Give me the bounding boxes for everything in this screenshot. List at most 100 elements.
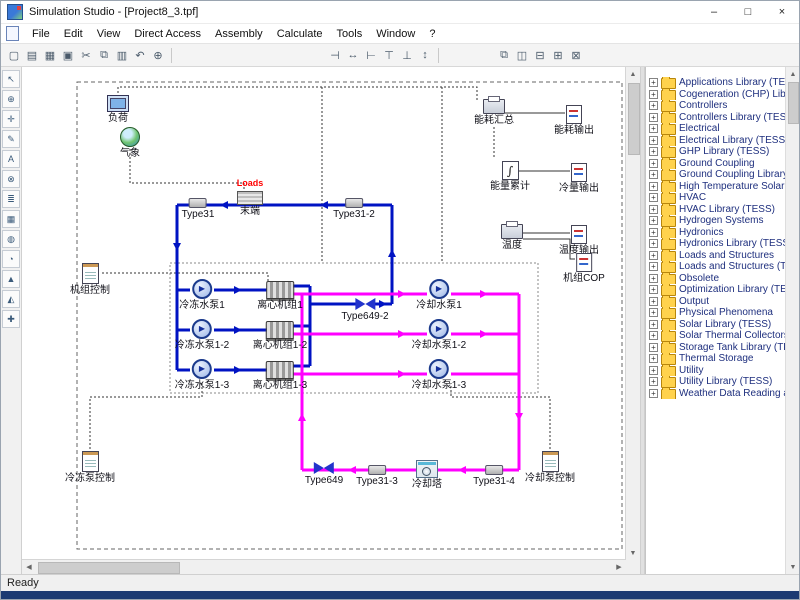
component-type31-3[interactable]: Type31-3: [356, 465, 398, 487]
pan-tool-icon[interactable]: ✛: [2, 110, 20, 128]
component-cw-pump-3[interactable]: 冷却水泵1-3: [412, 359, 466, 391]
library-tree-item[interactable]: HVAC Library (TESS): [649, 204, 785, 216]
expand-icon[interactable]: [649, 124, 658, 133]
library-tree-item[interactable]: Ground Coupling: [649, 158, 785, 170]
menu-item[interactable]: Assembly: [208, 26, 270, 42]
library-tree-item[interactable]: Utility: [649, 365, 785, 377]
expand-icon[interactable]: [649, 274, 658, 283]
expand-icon[interactable]: [649, 228, 658, 237]
expand-icon[interactable]: [649, 285, 658, 294]
expand-icon[interactable]: [649, 136, 658, 145]
scrollbar-thumb[interactable]: [788, 82, 799, 124]
library-tree-item[interactable]: GHP Library (TESS): [649, 146, 785, 158]
expand-icon[interactable]: [649, 377, 658, 386]
add-tool-icon[interactable]: ✚: [2, 310, 20, 328]
run-tool-icon[interactable]: ▲: [2, 270, 20, 288]
zoom-icon[interactable]: ⊕: [149, 46, 167, 64]
scroll-down-icon[interactable]: ▼: [626, 546, 640, 560]
menu-item[interactable]: File: [25, 26, 57, 42]
new-window-icon[interactable]: ⧉: [495, 46, 513, 64]
library-tree-item[interactable]: Controllers: [649, 100, 785, 112]
menu-item[interactable]: ?: [422, 26, 442, 42]
component-type649-2[interactable]: Type649-2: [341, 298, 388, 322]
component-cooling-tower[interactable]: 冷却塔: [412, 460, 442, 490]
component-energy-summary[interactable]: 能耗汇总: [474, 99, 514, 126]
library-tree-item[interactable]: Electrical Library (TESS): [649, 135, 785, 147]
component-chw-pump-control[interactable]: 冷冻泵控制: [65, 451, 115, 484]
library-tree-item[interactable]: Obsolete: [649, 273, 785, 285]
expand-icon[interactable]: [649, 170, 658, 179]
menu-item[interactable]: View: [90, 26, 128, 42]
expand-icon[interactable]: [649, 193, 658, 202]
library-tree-item[interactable]: Hydronics: [649, 227, 785, 239]
expand-icon[interactable]: [649, 159, 658, 168]
align-center-icon[interactable]: ↔: [344, 46, 362, 64]
library-tree-item[interactable]: Ground Coupling Library (TESS): [649, 169, 785, 181]
select-tool-icon[interactable]: ↖: [2, 70, 20, 88]
menu-item[interactable]: Edit: [57, 26, 90, 42]
expand-icon[interactable]: [649, 389, 658, 398]
library-tree-item[interactable]: Electrical: [649, 123, 785, 135]
scrollbar-thumb[interactable]: [38, 562, 180, 574]
minimize-button[interactable]: –: [697, 1, 731, 23]
canvas-horizontal-scrollbar[interactable]: ◀ ▶: [22, 559, 626, 574]
expand-icon[interactable]: [649, 308, 658, 317]
library-tree-item[interactable]: Physical Phenomena: [649, 307, 785, 319]
library-tree-item[interactable]: Solar Thermal Collectors: [649, 330, 785, 342]
align-left-icon[interactable]: ⊣: [326, 46, 344, 64]
grid-tool-icon[interactable]: ▦: [2, 210, 20, 228]
menu-item[interactable]: Calculate: [270, 26, 330, 42]
library-tree-item[interactable]: Optimization Library (TESS): [649, 284, 785, 296]
component-chw-pump-2[interactable]: 冷冻水泵1-2: [175, 319, 229, 351]
zoom-tool-icon[interactable]: ⊕: [2, 90, 20, 108]
library-tree-item[interactable]: Applications Library (TESS): [649, 77, 785, 89]
component-temperature-output[interactable]: 温度输出: [559, 225, 599, 256]
scroll-down-icon[interactable]: ▼: [786, 560, 799, 574]
component-cw-pump-2[interactable]: 冷却水泵1-2: [412, 319, 466, 351]
component-type31-4[interactable]: Type31-4: [473, 465, 515, 487]
library-tree-item[interactable]: HVAC: [649, 192, 785, 204]
close-button[interactable]: ×: [765, 1, 799, 23]
library-tree-item[interactable]: Solar Library (TESS): [649, 319, 785, 331]
component-chw-pump-3[interactable]: 冷冻水泵1-3: [175, 359, 229, 391]
diagram-canvas[interactable]: Loads 负荷 气象 Type31 末端 Type31-2 能耗汇总 能耗输出…: [22, 67, 626, 560]
cascade-windows-icon[interactable]: ◫: [513, 46, 531, 64]
component-energy-output[interactable]: 能耗输出: [554, 105, 594, 136]
cut-icon[interactable]: ✂: [77, 46, 95, 64]
expand-icon[interactable]: [649, 331, 658, 340]
component-chiller-3[interactable]: 离心机组1-3: [253, 361, 307, 391]
library-tree-item[interactable]: Thermal Storage: [649, 353, 785, 365]
scroll-right-icon[interactable]: ▶: [612, 560, 626, 574]
component-cop-output[interactable]: 机组COP: [563, 253, 605, 284]
expand-icon[interactable]: [649, 320, 658, 329]
expand-icon[interactable]: [649, 297, 658, 306]
component-chw-pump-1[interactable]: 冷冻水泵1: [179, 279, 225, 311]
expand-icon[interactable]: [649, 90, 658, 99]
component-type31[interactable]: Type31: [182, 198, 215, 220]
library-tree-item[interactable]: Output: [649, 296, 785, 308]
expand-icon[interactable]: [649, 366, 658, 375]
scrollbar-thumb[interactable]: [628, 83, 640, 155]
expand-icon[interactable]: [649, 239, 658, 248]
component-terminal[interactable]: 末端: [237, 191, 263, 217]
library-tree-item[interactable]: Controllers Library (TESS): [649, 112, 785, 124]
expand-icon[interactable]: [649, 354, 658, 363]
pencil-tool-icon[interactable]: ✎: [2, 130, 20, 148]
expand-icon[interactable]: [649, 216, 658, 225]
component-chiller-2[interactable]: 离心机组1-2: [253, 321, 307, 351]
component-type31-2[interactable]: Type31-2: [333, 198, 375, 220]
open-file-icon[interactable]: ▤: [23, 46, 41, 64]
expand-icon[interactable]: [649, 147, 658, 156]
expand-icon[interactable]: [649, 251, 658, 260]
library-scrollbar[interactable]: ▲ ▼: [785, 67, 799, 574]
menu-item[interactable]: Window: [369, 26, 422, 42]
text-tool-icon[interactable]: A: [2, 150, 20, 168]
library-tree-item[interactable]: Cogeneration (CHP) Library (TESS): [649, 89, 785, 101]
paste-icon[interactable]: ▥: [113, 46, 131, 64]
list-tool-icon[interactable]: ≣: [2, 190, 20, 208]
tile-vertical-icon[interactable]: ⊞: [549, 46, 567, 64]
scroll-up-icon[interactable]: ▲: [786, 67, 799, 81]
clock-tool-icon[interactable]: ◔: [2, 250, 20, 268]
expand-icon[interactable]: [649, 101, 658, 110]
align-bottom-icon[interactable]: ⊥: [398, 46, 416, 64]
